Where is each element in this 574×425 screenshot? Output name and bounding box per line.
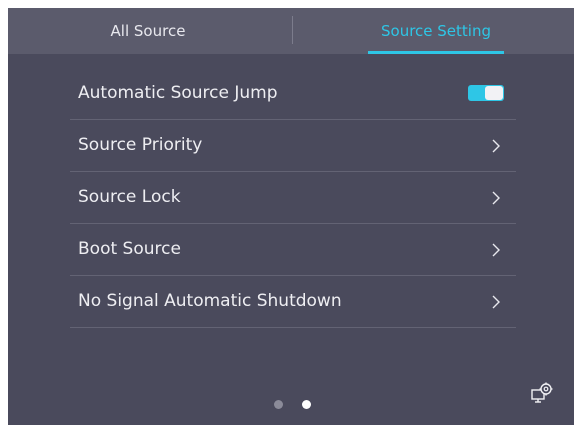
active-tab-indicator (368, 51, 504, 54)
menu-item-source-lock[interactable]: Source Lock (70, 172, 516, 224)
menu-item-no-signal-automatic-shutdown[interactable]: No Signal Automatic Shutdown (70, 276, 516, 328)
chevron-right-icon (492, 243, 500, 257)
menu-item-label: Automatic Source Jump (78, 83, 278, 103)
menu-item-boot-source[interactable]: Boot Source (70, 224, 516, 276)
tab-source-setting[interactable]: Source Setting (366, 8, 506, 54)
chevron-right-icon (492, 139, 500, 153)
tab-bar: All Source Source Setting (8, 8, 574, 54)
page-dot-2-active[interactable] (302, 400, 311, 409)
tab-divider (292, 16, 293, 44)
page-indicator (274, 400, 314, 410)
menu-item-label: Boot Source (78, 239, 181, 259)
menu-item-label: Source Lock (78, 187, 181, 207)
display-settings-icon[interactable] (530, 382, 554, 406)
menu-item-label: Source Priority (78, 135, 203, 155)
source-panel: All Source Source Setting Automatic Sour… (8, 8, 574, 425)
chevron-right-icon (492, 191, 500, 205)
menu-item-automatic-source-jump[interactable]: Automatic Source Jump (70, 68, 516, 120)
automatic-source-jump-toggle[interactable] (468, 85, 504, 101)
tab-all-source[interactable]: All Source (68, 8, 228, 54)
chevron-right-icon (492, 295, 500, 309)
settings-menu: Automatic Source Jump Source Priority So… (70, 68, 516, 328)
toggle-knob (485, 86, 503, 100)
menu-item-label: No Signal Automatic Shutdown (78, 291, 342, 311)
page-dot-1[interactable] (274, 400, 283, 409)
menu-item-source-priority[interactable]: Source Priority (70, 120, 516, 172)
